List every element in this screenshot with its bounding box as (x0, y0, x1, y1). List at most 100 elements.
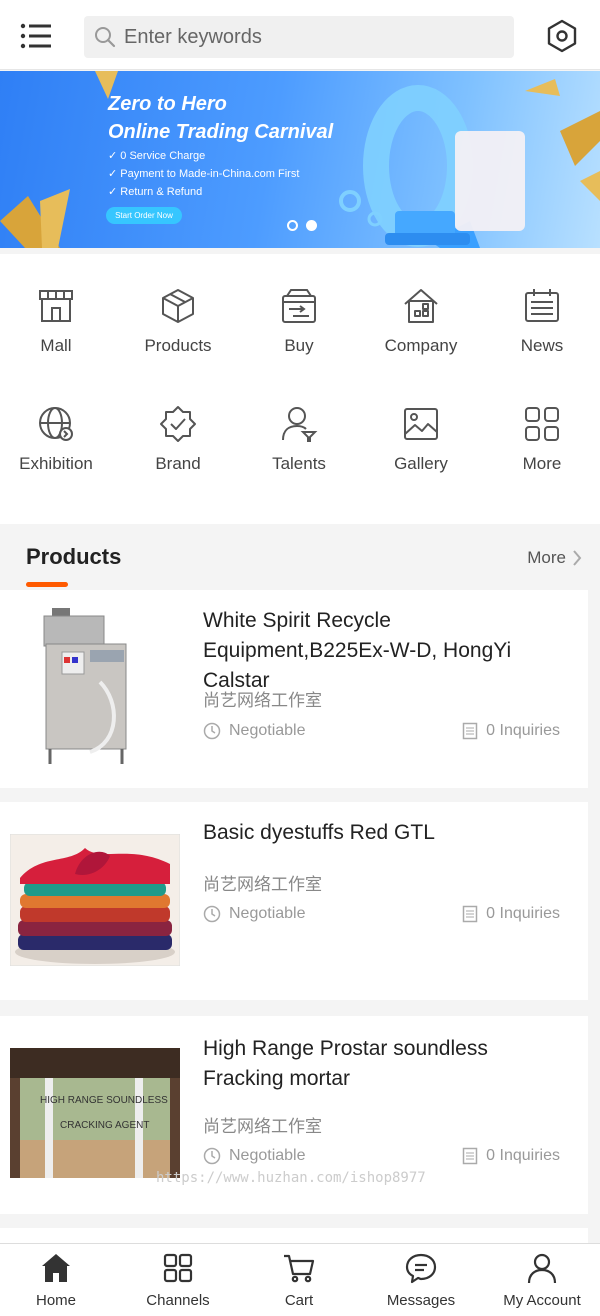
category-grid: Mall Products Buy Company News Exhibitio… (0, 254, 600, 524)
tab-label: Home (35, 1292, 76, 1309)
product-image (30, 602, 140, 772)
product-image: HIGH RANGE SOUNDLESS CRACKING AGENT (10, 1048, 180, 1178)
banner-bullet-text: Return & Refund (120, 186, 203, 198)
category-label: Talents (272, 454, 326, 473)
inquiries-text: 0 Inquiries (486, 905, 560, 922)
grid-icon (525, 407, 559, 441)
product-inquiries: 0 Inquiries (462, 722, 560, 740)
product-card[interactable]: Basic dyestuffs Red GTL 尚艺网络工作室 Negotiab… (0, 802, 588, 1000)
tab-label: Cart (284, 1292, 314, 1309)
section-more-link[interactable]: More (527, 548, 582, 568)
category-label: Gallery (394, 454, 448, 473)
product-company[interactable]: 尚艺网络工作室 (203, 870, 322, 895)
grid-icon (163, 1253, 193, 1283)
product-price: Negotiable (203, 1147, 306, 1165)
settings-button[interactable] (540, 14, 584, 58)
category-label: Brand (155, 454, 201, 473)
buy-transfer-icon (282, 289, 316, 323)
category-label: Products (144, 336, 212, 355)
category-label: Mall (40, 336, 72, 355)
section-underline (26, 582, 68, 587)
document-icon (462, 722, 478, 740)
tab-label: Channels (146, 1292, 210, 1309)
category-company[interactable]: Company (361, 286, 481, 386)
image-icon (404, 408, 438, 440)
search-input[interactable] (124, 25, 484, 49)
more-label: More (527, 548, 566, 567)
product-image (10, 834, 180, 966)
category-label: More (522, 454, 562, 473)
top-header (0, 0, 600, 70)
category-label: Exhibition (19, 454, 93, 473)
tab-my-account[interactable]: My Account (482, 1252, 600, 1309)
chat-icon (405, 1253, 437, 1284)
inquiries-text: 0 Inquiries (486, 1147, 560, 1164)
hamburger-icon (20, 23, 51, 49)
user-icon (527, 1253, 557, 1284)
category-more[interactable]: More (482, 404, 600, 504)
carousel-dot[interactable] (287, 220, 298, 231)
product-company[interactable]: 尚艺网络工作室 (203, 1112, 322, 1137)
home-icon (42, 1254, 70, 1282)
banner-bullet-text: Payment to Made-in-China.com First (120, 168, 300, 180)
tab-label: My Account (503, 1292, 581, 1309)
price-text: Negotiable (229, 1147, 306, 1164)
banner-cta-button[interactable]: Start Order Now (106, 207, 182, 224)
banner-bullet: ✓ Payment to Made-in-China.com First (108, 168, 300, 180)
svg-text:HIGH RANGE SOUNDLESS: HIGH RANGE SOUNDLESS (40, 1095, 168, 1106)
banner-title-line1: Zero to Hero (108, 93, 227, 115)
box-icon (162, 289, 194, 323)
search-bar[interactable] (84, 16, 514, 58)
category-buy[interactable]: Buy (239, 286, 359, 386)
carousel-dots (287, 220, 317, 231)
banner-bullet-text: 0 Service Charge (120, 150, 206, 162)
category-exhibition[interactable]: Exhibition (0, 404, 116, 504)
product-card[interactable]: White Spirit Recycle Equipment,B225Ex-W-… (0, 590, 588, 788)
clock-icon (203, 905, 221, 923)
banner-bullet: ✓ Return & Refund (108, 186, 203, 198)
product-inquiries: 0 Inquiries (462, 1147, 560, 1165)
products-section-header: Products More (0, 530, 600, 588)
price-text: Negotiable (229, 905, 306, 922)
tab-cart[interactable]: Cart (239, 1252, 359, 1309)
document-icon (462, 905, 478, 923)
storefront-icon (39, 290, 73, 322)
banner-title-line2: Online Trading Carnival (108, 121, 334, 143)
banner-bullet: ✓ 0 Service Charge (108, 150, 206, 162)
category-mall[interactable]: Mall (0, 286, 116, 386)
category-label: Company (384, 336, 458, 355)
category-gallery[interactable]: Gallery (361, 404, 481, 504)
product-title[interactable]: High Range Prostar soundless Fracking mo… (203, 1034, 563, 1094)
tab-messages[interactable]: Messages (361, 1252, 481, 1309)
category-news[interactable]: News (482, 286, 600, 386)
product-inquiries: 0 Inquiries (462, 905, 560, 923)
section-title: Products (26, 544, 122, 569)
tab-channels[interactable]: Channels (118, 1252, 238, 1309)
category-brand[interactable]: Brand (118, 404, 238, 504)
product-title[interactable]: White Spirit Recycle Equipment,B225Ex-W-… (203, 606, 563, 696)
product-title[interactable]: Basic dyestuffs Red GTL (203, 818, 563, 848)
search-icon (95, 27, 116, 48)
category-label: Buy (284, 336, 314, 355)
product-card-partial (0, 1228, 588, 1243)
promo-banner[interactable]: Zero to Hero Online Trading Carnival ✓ 0… (0, 71, 600, 248)
tab-label: Messages (386, 1292, 456, 1309)
globe-icon (39, 407, 73, 441)
category-products[interactable]: Products (118, 286, 238, 386)
clock-icon (203, 1147, 221, 1165)
chevron-right-icon (573, 550, 582, 566)
price-text: Negotiable (229, 722, 306, 739)
svg-text:CRACKING AGENT: CRACKING AGENT (60, 1120, 149, 1131)
carousel-dot-active[interactable] (306, 220, 317, 231)
bottom-tab-bar: Home Channels Cart Messages My Account (0, 1243, 600, 1316)
hexagon-settings-icon (547, 19, 577, 53)
menu-button[interactable] (18, 18, 54, 54)
person-icon (282, 407, 318, 442)
clock-icon (203, 722, 221, 740)
product-company[interactable]: 尚艺网络工作室 (203, 686, 322, 711)
tab-home[interactable]: Home (0, 1252, 116, 1309)
product-price: Negotiable (203, 905, 306, 923)
badge-check-icon (160, 406, 196, 442)
category-talents[interactable]: Talents (239, 404, 359, 504)
category-label: News (520, 336, 564, 355)
